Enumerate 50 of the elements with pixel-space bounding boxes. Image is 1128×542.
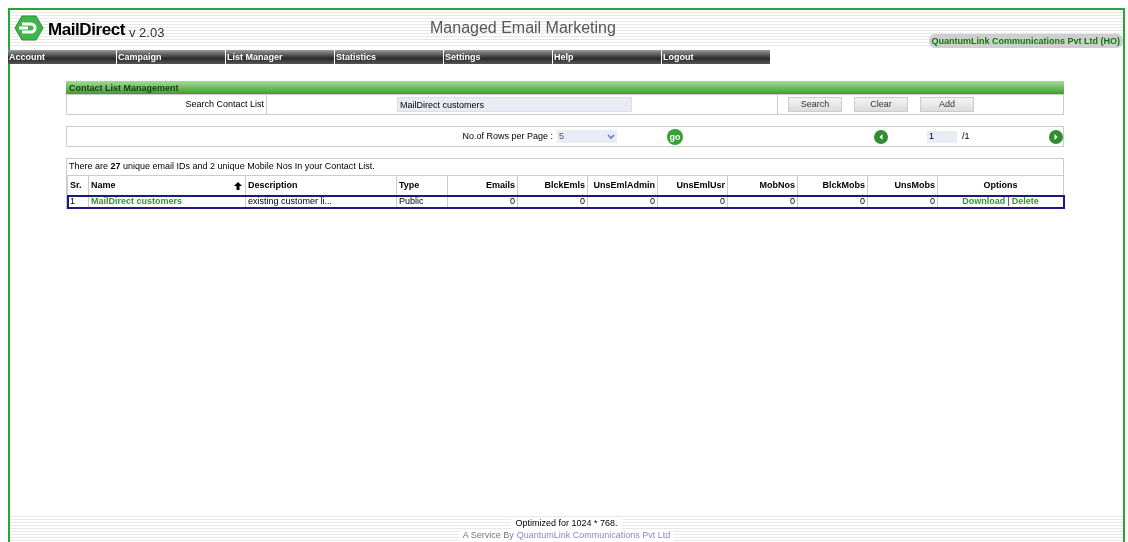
company-link[interactable]: QuantumLink Communications Pvt Ltd [516,529,671,541]
page-total: /1 [962,129,970,143]
rows-per-page-label: No.of Rows per Page : [462,129,553,143]
column-header: BlckMobs [797,175,868,196]
separator: | [1006,196,1011,206]
previous-page-icon[interactable] [874,129,888,144]
column-header: Name [88,175,246,196]
menu-item[interactable]: Logout [662,50,770,64]
service-note: A Service By [462,529,514,541]
menu-item[interactable]: List Manager [226,50,334,64]
action-button[interactable]: Search [788,97,842,112]
list-name-link[interactable]: MailDirect customers [88,195,246,208]
app-title: Managed Email Marketing [430,18,617,38]
column-header: UnsEmlAdmin [587,175,658,196]
column-header: Type [396,175,448,196]
table-cell: existing customer li... [245,195,397,208]
logo-icon [14,15,44,41]
menu-item[interactable]: Settings [444,50,552,64]
product-name: MailDirect [48,21,125,38]
panel-title: Contact List Management [66,81,1064,94]
menu-item[interactable]: Account [8,50,116,64]
action-button[interactable]: Clear [854,97,908,112]
search-field[interactable]: MailDirect customers [397,97,632,112]
optimization-note: Optimized for 1024 * 768. [511,517,622,529]
action-button[interactable]: Add [920,97,974,112]
sort-ascending-icon[interactable] [234,182,242,190]
column-header: UnsEmlUsr [657,175,728,196]
version-label: v 2.03 [129,26,165,39]
chevron-down-icon [607,133,615,140]
search-label: Search Contact List [185,97,264,111]
column-header: MobNos [727,175,798,196]
row-action-link[interactable]: Download [962,196,1006,206]
column-header: Sr. [67,175,89,196]
menu-item[interactable]: Campaign [117,50,225,64]
column-header: BlckEmls [517,175,588,196]
column-header: Options [937,175,1064,196]
column-header: UnsMobs [867,175,938,196]
row-action-link[interactable]: Delete [1011,196,1039,206]
table-cell: 1 [67,195,89,208]
table-row[interactable]: 1 MailDirect customers existing customer li... Public 0 0 0 0 0 0 0 Download | Delete [67,195,1064,208]
rows-per-page-dropdown[interactable]: 5 [557,130,617,143]
page-number-field[interactable]: 1 [927,130,957,143]
company-badge: QuantumLink Communications Pvt Ltd (HO) [928,34,1123,48]
menu-item[interactable]: Help [553,50,661,64]
table-cell: Public [396,195,448,208]
menu-item[interactable]: Statistics [335,50,443,64]
contact-summary: There are 27 unique email IDs and 2 unique Mobile Nos In your Contact List. [69,160,375,174]
column-header: Description [245,175,397,196]
next-page-icon[interactable] [1049,129,1063,144]
column-header: Emails [447,175,518,196]
